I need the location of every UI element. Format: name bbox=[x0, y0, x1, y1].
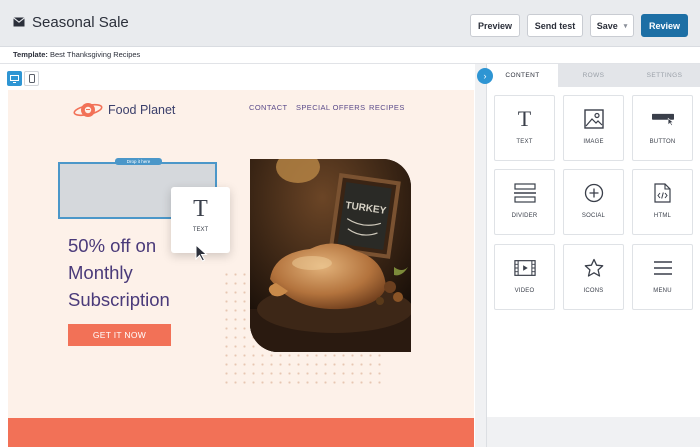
preview-label: Preview bbox=[477, 20, 513, 31]
block-button[interactable]: BUTTON bbox=[632, 95, 693, 161]
block-html[interactable]: HTML bbox=[632, 169, 693, 235]
image-icon bbox=[583, 108, 605, 130]
send-test-label: Send test bbox=[534, 20, 576, 31]
panel-tabs: CONTENT ROWS SETTINGS bbox=[487, 64, 700, 87]
brand-logo: Food Planet bbox=[73, 100, 175, 120]
desktop-view-button[interactable] bbox=[7, 71, 22, 86]
dragged-block-label: TEXT bbox=[192, 227, 209, 233]
mobile-icon bbox=[28, 74, 35, 83]
review-label: Review bbox=[648, 20, 681, 31]
video-icon bbox=[513, 257, 536, 279]
template-bar: Template: Best Thanksgiving Recipes bbox=[0, 47, 700, 64]
tab-settings[interactable]: SETTINGS bbox=[629, 64, 700, 87]
block-social[interactable]: SOCIAL bbox=[563, 169, 624, 235]
save-button[interactable]: Save ▾ bbox=[590, 14, 634, 37]
cursor-icon bbox=[195, 244, 208, 262]
block-divider[interactable]: DIVIDER bbox=[494, 169, 555, 235]
review-button[interactable]: Review bbox=[641, 14, 688, 37]
planet-logo-icon bbox=[73, 103, 103, 117]
nav-contact[interactable]: CONTACT bbox=[249, 103, 288, 112]
chevron-right-icon: › bbox=[483, 71, 487, 81]
block-label: TEXT bbox=[516, 139, 533, 145]
divider-icon bbox=[513, 182, 536, 204]
star-icon bbox=[583, 257, 605, 279]
drop-tag: Drop it here bbox=[115, 158, 162, 165]
block-label: HTML bbox=[653, 213, 672, 219]
block-icons[interactable]: ICONS bbox=[563, 244, 624, 310]
text-icon: T bbox=[193, 196, 208, 222]
email-footer-band bbox=[8, 418, 474, 447]
block-text[interactable]: T TEXT bbox=[494, 95, 555, 161]
template-label: Template: bbox=[13, 50, 48, 59]
block-video[interactable]: VIDEO bbox=[494, 244, 555, 310]
headline-line: Monthly bbox=[68, 262, 133, 283]
block-label: BUTTON bbox=[649, 139, 676, 145]
block-label: ICONS bbox=[583, 288, 604, 294]
campaign-title: Seasonal Sale bbox=[32, 14, 129, 31]
headline-line: Subscription bbox=[68, 289, 170, 310]
template-name: Best Thanksgiving Recipes bbox=[49, 50, 141, 59]
mail-icon bbox=[13, 17, 25, 27]
block-label: SOCIAL bbox=[581, 213, 606, 219]
headline-line: 50% off on bbox=[68, 235, 157, 256]
preview-button[interactable]: Preview bbox=[470, 14, 520, 37]
text-icon: T bbox=[517, 106, 532, 131]
turkey-photo: TURKEY bbox=[250, 159, 411, 352]
tab-content[interactable]: CONTENT bbox=[487, 64, 558, 87]
save-label: Save bbox=[596, 20, 618, 31]
block-label: MENU bbox=[653, 288, 672, 294]
menu-icon bbox=[652, 257, 674, 279]
block-menu[interactable]: MENU bbox=[632, 244, 693, 310]
chevron-down-icon: ▾ bbox=[623, 22, 628, 30]
device-toggle bbox=[7, 71, 39, 86]
turkey-image: TURKEY bbox=[250, 159, 411, 352]
button-icon bbox=[651, 108, 674, 130]
block-label: DIVIDER bbox=[511, 213, 538, 219]
social-icon bbox=[583, 182, 605, 204]
offer-headline: 50% off on Monthly Subscription bbox=[68, 232, 170, 313]
nav-special-offers[interactable]: SPECIAL OFFERS bbox=[296, 103, 366, 112]
desktop-icon bbox=[10, 74, 19, 83]
mobile-view-button[interactable] bbox=[24, 71, 39, 86]
brand-name: Food Planet bbox=[108, 103, 176, 117]
block-image[interactable]: IMAGE bbox=[563, 95, 624, 161]
send-test-button[interactable]: Send test bbox=[527, 14, 583, 37]
get-it-now-button[interactable]: GET IT NOW bbox=[68, 324, 171, 346]
collapse-panel-button[interactable]: › bbox=[477, 68, 493, 84]
block-label: IMAGE bbox=[583, 139, 604, 145]
nav-recipes[interactable]: RECIPES bbox=[369, 103, 405, 112]
block-label: VIDEO bbox=[514, 288, 535, 294]
html-icon bbox=[652, 182, 674, 204]
tab-rows[interactable]: ROWS bbox=[558, 64, 629, 87]
